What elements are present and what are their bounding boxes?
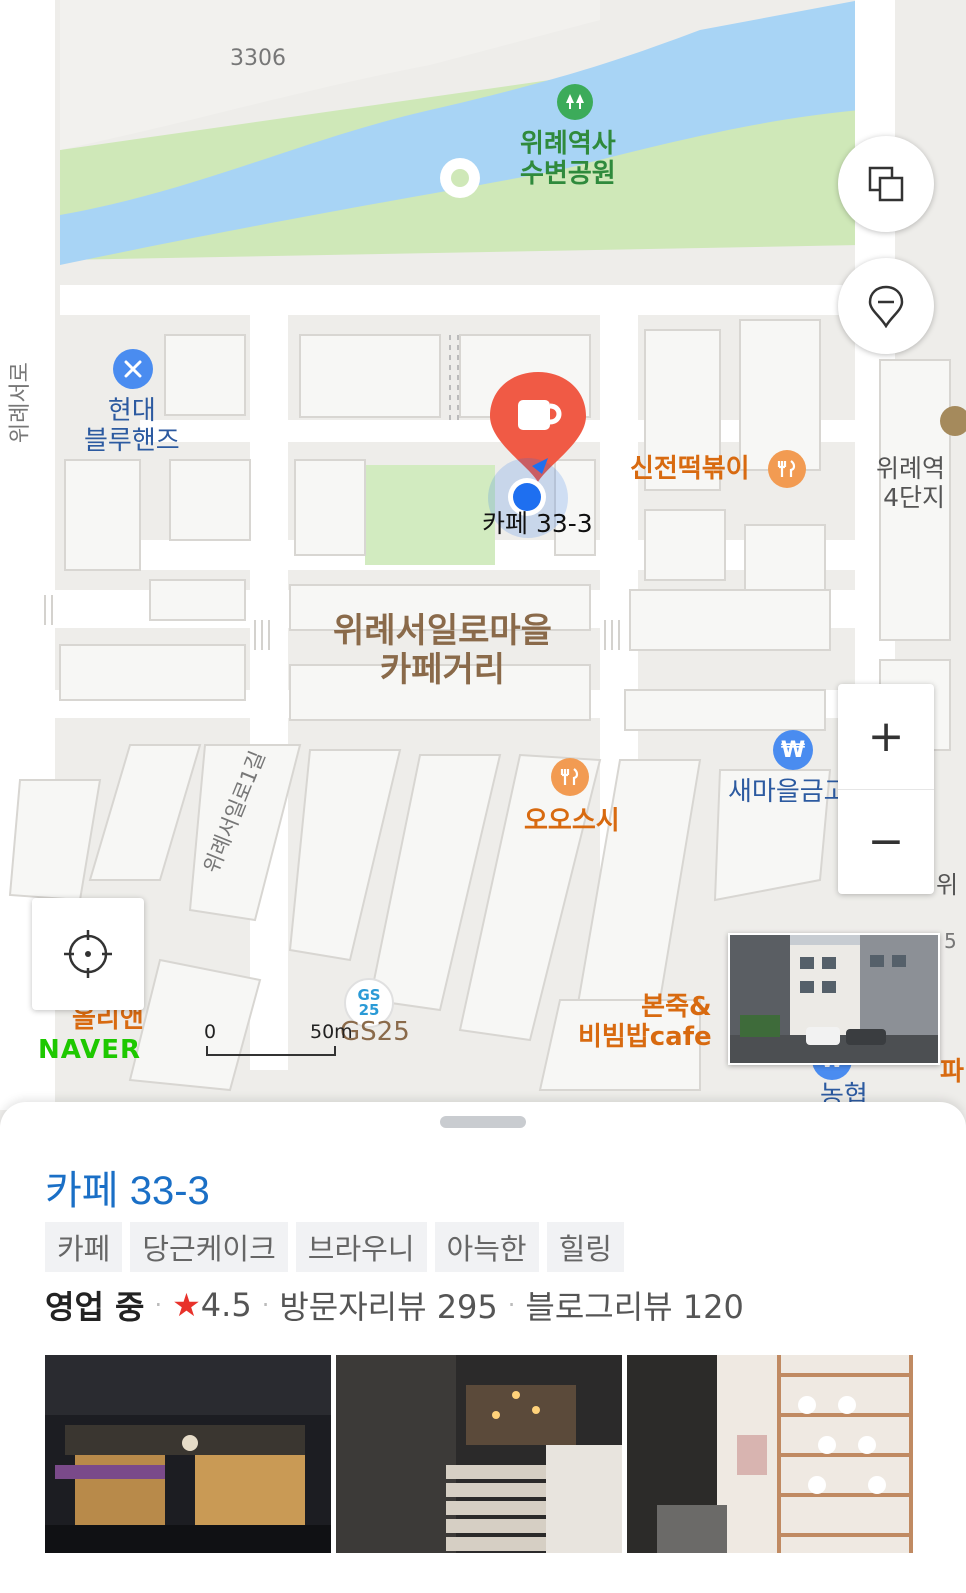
road-label-left: 위례서로 [7, 362, 33, 444]
zoom-in-button[interactable]: + [838, 685, 934, 790]
visitor-reviews-link[interactable]: 방문자리뷰 295 [279, 1282, 497, 1328]
place-tag[interactable]: 아늑한 [434, 1222, 539, 1272]
place-tags: 카페 당근케이크 브라우니 아늑한 힐링 [45, 1222, 624, 1272]
layers-icon [868, 166, 904, 202]
sheet-drag-handle[interactable] [440, 1116, 526, 1128]
business-status: 영업 중 [45, 1288, 145, 1326]
edge-label-5: 5 [944, 929, 957, 953]
fork-knife-icon [777, 460, 796, 477]
separator: · [154, 1291, 163, 1319]
blog-reviews-link[interactable]: 블로그리뷰 120 [525, 1282, 743, 1328]
bank-icon[interactable]: ₩ [773, 730, 813, 770]
place-photo-stairs[interactable] [336, 1355, 622, 1553]
selected-place-label[interactable]: 카페 33-3 [482, 509, 593, 539]
scale-end-label: 50m [310, 1021, 353, 1043]
tree-icon [566, 94, 584, 109]
place-tag[interactable]: 브라우니 [295, 1222, 427, 1272]
rating-value: 4.5 [200, 1286, 252, 1324]
place-title[interactable]: 카페 33-3 [45, 1158, 210, 1216]
crosshair-icon [64, 930, 112, 978]
apartment-icon[interactable] [940, 406, 966, 436]
street-view-image [730, 935, 938, 1063]
scale-bar [206, 1046, 336, 1056]
scale-start-label: 0 [204, 1021, 217, 1043]
place-tag[interactable]: 당근케이크 [130, 1222, 288, 1272]
hyundai-bluehands-label[interactable]: 현대 블루핸즈 [84, 396, 180, 457]
apartment-label[interactable]: 위례역 4단지 [876, 454, 945, 513]
street-view-thumbnail[interactable] [728, 933, 940, 1065]
park-label[interactable]: 위례역사 수변공원 [520, 129, 616, 190]
restaurant-icon[interactable] [768, 450, 806, 488]
separator: · [261, 1291, 270, 1319]
my-location-button[interactable] [32, 898, 144, 1010]
naver-logo: NAVER [38, 1035, 142, 1065]
oosushi-label[interactable]: 오오스시 [524, 806, 620, 837]
zoom-control: + − [838, 684, 934, 894]
star-icon: ★ [172, 1286, 201, 1324]
park-icon[interactable] [557, 84, 593, 120]
place-photo-exterior[interactable] [45, 1355, 331, 1553]
sinjeon-label[interactable]: 신전떡볶이 [630, 454, 750, 485]
place-tag[interactable]: 카페 [45, 1222, 123, 1272]
car-repair-icon[interactable] [113, 349, 153, 389]
zoom-out-button[interactable]: − [838, 790, 934, 894]
place-tag[interactable]: 힐링 [546, 1222, 624, 1272]
place-photo-interior[interactable] [627, 1355, 913, 1553]
edge-label-pa: 파 [940, 1057, 964, 1087]
edge-label-wi: 위 [936, 871, 959, 899]
wrench-icon [124, 360, 142, 378]
separator: · [507, 1291, 516, 1319]
restaurant-icon[interactable] [551, 758, 589, 796]
place-photos [45, 1355, 913, 1553]
cafe-street-label[interactable]: 위례서일로마을 카페거리 [333, 611, 552, 690]
map-view[interactable]: 3306 위례역사 수변공원 위례서로 현대 블루핸즈 카페 33-3 신전떡볶… [0, 0, 966, 1110]
location-pin-button[interactable] [838, 258, 934, 354]
layers-button[interactable] [838, 136, 934, 232]
saemaul-label[interactable]: 새마을금고 [728, 777, 848, 808]
place-info-row: 영업 중 · ★ 4.5 · 방문자리뷰 295 · 블로그리뷰 120 [45, 1282, 744, 1328]
location-pin-icon [868, 285, 904, 328]
place-detail-sheet[interactable]: 카페 33-3 카페 당근케이크 브라우니 아늑한 힐링 영업 중 · ★ 4.… [0, 1102, 966, 1593]
fork-knife-icon [560, 768, 579, 785]
heading-arrow-icon [532, 458, 548, 474]
bonjuk-label[interactable]: 본죽& 비빔밥cafe [578, 992, 712, 1053]
road-number-label: 3306 [230, 46, 286, 71]
